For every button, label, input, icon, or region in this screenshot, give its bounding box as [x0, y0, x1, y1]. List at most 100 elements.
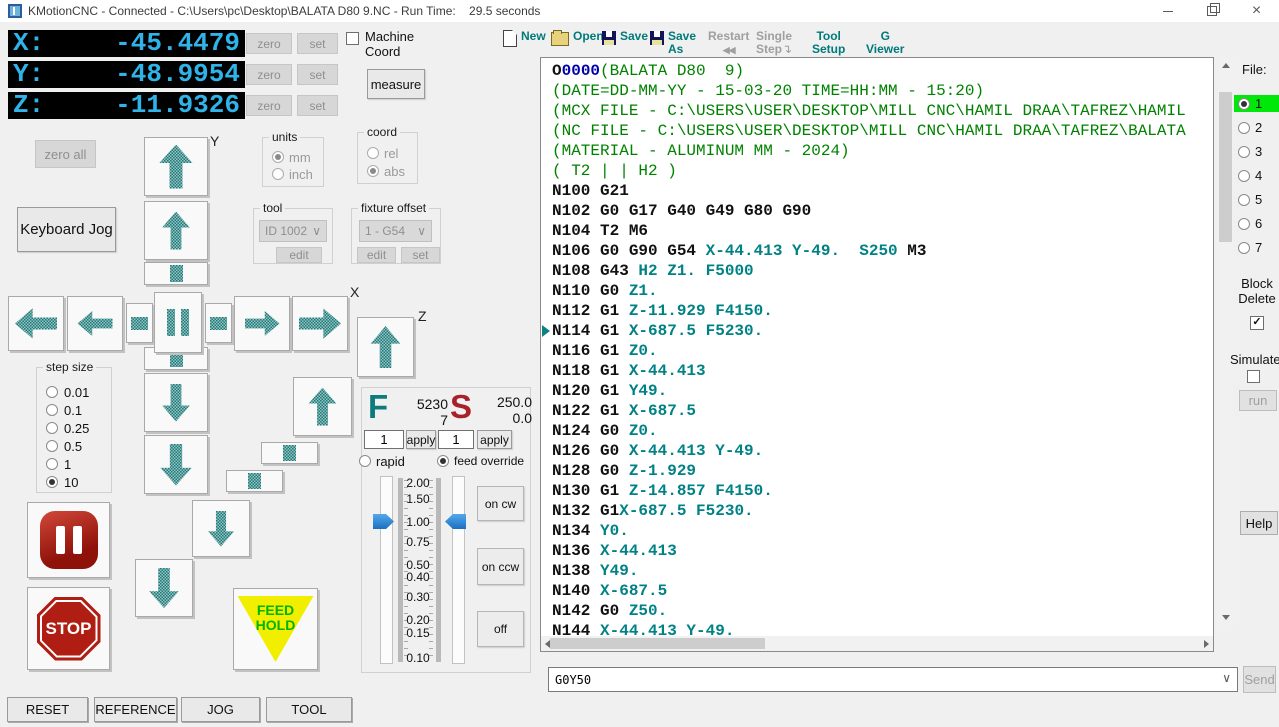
mdi-command-combo[interactable]: ∨ — [548, 667, 1238, 692]
zero-z-button[interactable]: zero — [246, 95, 292, 116]
units-inch-radio[interactable]: inch — [272, 167, 313, 182]
block-delete-checkbox[interactable]: ✓ — [1250, 316, 1264, 330]
help-button[interactable]: Help — [1240, 511, 1278, 535]
feed-override-input[interactable] — [364, 430, 404, 449]
rapid-radio-icon[interactable] — [359, 455, 371, 467]
step-size-option-0.5[interactable]: 0.5 — [46, 439, 82, 454]
file-option-1[interactable]: 1 — [1234, 95, 1279, 112]
stop-button[interactable]: STOP — [27, 587, 110, 670]
file-radio-icon[interactable] — [1238, 241, 1250, 254]
v-scrollbar-thumb[interactable] — [1219, 92, 1232, 242]
jog-y-plus-button[interactable] — [144, 201, 208, 260]
step-size-radio-icon[interactable] — [46, 404, 58, 416]
spindle-on-ccw-button[interactable]: on ccw — [477, 548, 524, 585]
coord-rel-radio[interactable]: rel — [367, 146, 398, 161]
minimize-button[interactable] — [1146, 0, 1190, 22]
jog-z-minus-step-button[interactable] — [226, 470, 283, 492]
jog-x-plus-button[interactable] — [234, 296, 290, 351]
zero-x-button[interactable]: zero — [246, 33, 292, 54]
jog-z-plus-button[interactable] — [293, 377, 352, 436]
reset-button[interactable]: RESET — [7, 697, 88, 722]
file-radio-icon[interactable] — [1238, 193, 1250, 206]
jog-x-plus-step-button[interactable] — [205, 303, 232, 343]
jog-y-minus-fast-button[interactable] — [144, 435, 208, 494]
scroll-up-icon[interactable] — [1222, 63, 1230, 68]
tool-select[interactable]: ID 1002 ∨ — [259, 220, 327, 242]
feed-apply-button[interactable]: apply — [406, 430, 436, 449]
toolbar-save-as-button[interactable]: Save As — [650, 30, 696, 56]
jog-y-plus-step-button[interactable] — [144, 262, 208, 285]
jog-y-minus-button[interactable] — [144, 373, 208, 432]
step-size-radio-icon[interactable] — [46, 422, 58, 434]
feed-slider-track[interactable] — [380, 476, 393, 664]
file-option-3[interactable]: 3 — [1238, 143, 1278, 160]
jog-button[interactable]: JOG — [181, 697, 260, 722]
machine-coord-checkbox[interactable] — [346, 32, 359, 45]
step-size-radio-icon[interactable] — [46, 458, 58, 470]
step-size-option-0.01[interactable]: 0.01 — [46, 385, 89, 400]
reference-button[interactable]: REFERENCE — [94, 697, 177, 722]
run-button[interactable]: run — [1239, 390, 1277, 411]
simulate-checkbox[interactable] — [1247, 370, 1260, 383]
coord-abs-radio[interactable]: abs — [367, 164, 405, 179]
spindle-override-input[interactable] — [438, 430, 474, 449]
step-size-option-1[interactable]: 1 — [46, 457, 71, 472]
restore-button[interactable] — [1190, 0, 1234, 22]
toolbar-save-button[interactable]: Save — [602, 30, 648, 45]
close-button[interactable]: × — [1234, 0, 1279, 22]
set-z-button[interactable]: set — [297, 95, 338, 116]
abs-radio-icon[interactable] — [367, 165, 379, 177]
toolbar-g-viewer-button[interactable]: G Viewer — [866, 30, 904, 56]
toolbar-tool-setup-button[interactable]: Tool Setup — [812, 30, 845, 56]
jog-x-minus-button[interactable] — [67, 296, 123, 351]
fixture-edit-button[interactable]: edit — [357, 247, 396, 263]
jog-x-minus-step-button[interactable] — [126, 303, 153, 343]
mm-radio-icon[interactable] — [272, 151, 284, 163]
jog-z-minus-button[interactable] — [192, 500, 250, 557]
file-option-6[interactable]: 6 — [1238, 215, 1278, 232]
file-radio-icon[interactable] — [1238, 145, 1250, 158]
file-radio-icon[interactable] — [1238, 121, 1250, 134]
step-size-radio-icon[interactable] — [46, 476, 58, 488]
spindle-on-cw-button[interactable]: on cw — [477, 486, 524, 521]
inch-radio-icon[interactable] — [272, 168, 284, 180]
step-size-option-10[interactable]: 10 — [46, 475, 78, 490]
feed-hold-button[interactable]: FEED HOLD — [233, 588, 318, 670]
set-y-button[interactable]: set — [297, 64, 338, 85]
scroll-right-icon[interactable] — [1204, 640, 1209, 648]
toolbar-open-button[interactable]: Open — [551, 30, 604, 46]
h-scrollbar-thumb[interactable] — [550, 638, 765, 649]
gcode-viewer[interactable]: O0000(BALATA D80 9) (DATE=DD-MM-YY - 15-0… — [540, 57, 1214, 652]
file-option-7[interactable]: 7 — [1238, 239, 1278, 256]
set-x-button[interactable]: set — [297, 33, 338, 54]
jog-y-plus-fast-button[interactable] — [144, 137, 208, 196]
tool-edit-button[interactable]: edit — [276, 247, 322, 263]
jog-z-plus-step-button[interactable] — [261, 442, 318, 464]
toolbar-new-button[interactable]: New — [503, 30, 546, 47]
file-radio-icon[interactable] — [1238, 217, 1250, 230]
send-button[interactable]: Send — [1243, 666, 1276, 693]
jog-x-minus-fast-button[interactable] — [8, 296, 64, 351]
toolbar-single-step-button[interactable]: Single Step↴ — [756, 30, 792, 56]
tool-button[interactable]: TOOL — [266, 697, 352, 722]
feed-override-radio-icon[interactable] — [437, 455, 449, 467]
file-option-5[interactable]: 5 — [1238, 191, 1278, 208]
units-mm-radio[interactable]: mm — [272, 150, 311, 165]
mdi-command-input[interactable] — [553, 670, 1207, 690]
file-radio-icon[interactable] — [1238, 97, 1250, 110]
fixture-set-button[interactable]: set — [401, 247, 440, 263]
spindle-off-button[interactable]: off — [477, 611, 524, 647]
step-size-option-0.25[interactable]: 0.25 — [46, 421, 89, 436]
gcode-horizontal-scrollbar[interactable] — [541, 636, 1213, 651]
scroll-down-icon[interactable] — [1222, 615, 1230, 620]
rapid-radio[interactable]: rapid — [359, 454, 405, 469]
zero-y-button[interactable]: zero — [246, 64, 292, 85]
keyboard-jog-button[interactable]: Keyboard Jog — [17, 207, 116, 252]
jog-x-plus-fast-button[interactable] — [292, 296, 348, 351]
jog-z-minus-fast-button[interactable] — [135, 559, 193, 617]
chevron-down-icon[interactable]: ∨ — [1222, 671, 1231, 685]
file-option-4[interactable]: 4 — [1238, 167, 1278, 184]
zero-all-button[interactable]: zero all — [35, 140, 96, 168]
jog-pause-button[interactable] — [154, 292, 202, 353]
file-radio-icon[interactable] — [1238, 169, 1250, 182]
